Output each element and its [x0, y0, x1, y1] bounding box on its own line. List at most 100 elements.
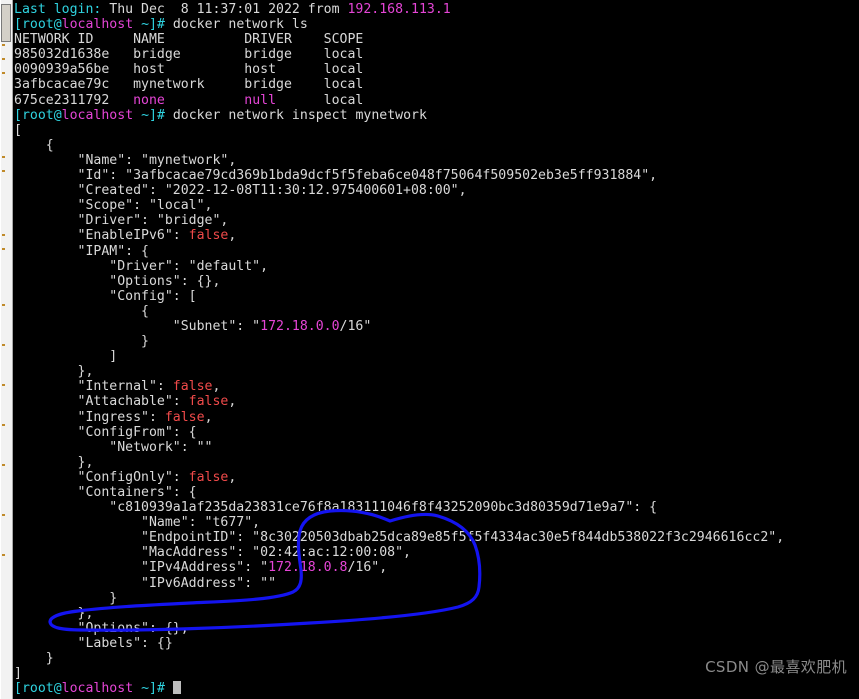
field-options: "Options": {},	[14, 621, 859, 636]
ipam-config-item-close: }	[14, 334, 859, 349]
field-configonly: "ConfigOnly": false,	[14, 470, 859, 485]
field-name: "Name": "mynetwork",	[14, 153, 859, 168]
json-open-array-seg-0: [	[14, 122, 22, 138]
ipam-config-close: ]	[14, 349, 859, 364]
json-close-array-seg-0: ]	[14, 666, 22, 682]
field-labels-seg-0: "Labels": {}	[14, 635, 173, 651]
field-ipam-open-seg-0: "IPAM": {	[14, 243, 149, 259]
last-login-line-seg-1: Thu Dec 8 11:37:01 2022 from	[101, 2, 348, 17]
ipam-subnet-seg-0: "Subnet": "	[14, 318, 261, 334]
field-configonly-seg-2: ,	[228, 469, 237, 485]
last-login-line-seg-2: 192.168.113.1	[347, 2, 451, 17]
container-name-seg-0: "Name": "t677",	[14, 515, 261, 531]
container-ipv4address-seg-2: /16",	[347, 560, 388, 576]
container-ipv6address: "IPv6Address": ""	[14, 576, 859, 591]
configfrom-network: "Network": ""	[14, 440, 859, 455]
container-close: }	[14, 591, 859, 606]
scrollbar-mark-0	[2, 44, 5, 46]
field-configonly-seg-1: false	[188, 469, 229, 485]
container-macaddress: "MacAddress": "02:42:ac:12:00:08",	[14, 545, 859, 560]
field-labels: "Labels": {}	[14, 636, 859, 651]
field-name-seg-0: "Name": "mynetwork",	[14, 152, 237, 168]
field-options-seg-0: "Options": {},	[14, 620, 189, 636]
field-internal-seg-0: "Internal":	[14, 379, 173, 395]
ls-header-row-seg-0: NETWORK ID NAME DRIVER SCOPE	[14, 32, 364, 48]
ipam-config-open: "Config": [	[14, 289, 859, 304]
container-macaddress-seg-0: "MacAddress": "02:42:ac:12:00:08",	[14, 545, 411, 561]
prompt-line-2-seg-2: @	[53, 107, 62, 123]
field-ingress: "Ingress": false,	[14, 410, 859, 425]
ipam-driver-seg-0: "Driver": "default",	[14, 258, 269, 274]
field-ipam-open: "IPAM": {	[14, 244, 859, 259]
container-id-key-seg-0: "c810939a1af235da23831ce76f8a183111046f8…	[14, 500, 658, 516]
field-internal: "Internal": false,	[14, 379, 859, 394]
terminal-output[interactable]: Last login: Thu Dec 8 11:37:01 2022 from…	[14, 0, 859, 699]
prompt-line-2-seg-5: docker network inspect mynetwork	[172, 107, 427, 123]
ipam-config-open-seg-0: "Config": [	[14, 288, 197, 304]
container-id-key: "c810939a1af235da23831ce76f8a183111046f8…	[14, 500, 859, 515]
container-ipv6address-seg-0: "IPv6Address": ""	[14, 575, 277, 591]
vertical-scrollbar[interactable]	[0, 0, 13, 699]
prompt-line-3-seg-0: [	[14, 681, 22, 697]
configfrom-close-seg-0: },	[14, 454, 94, 470]
scrollbar-thumb[interactable]	[1, 4, 11, 42]
scrollbar-mark-5	[2, 234, 5, 236]
csdn-watermark: CSDN @最喜欢肥机	[705, 658, 847, 676]
field-configfrom-open-seg-0: "ConfigFrom": {	[14, 424, 197, 440]
prompt-line-2: [root@localhost ~]# docker network inspe…	[14, 108, 859, 123]
container-ipv4address-seg-1: 172.18.0.8	[268, 560, 348, 576]
ls-row-none-seg-2	[165, 93, 244, 108]
field-internal-seg-2: ,	[212, 379, 221, 395]
ipam-subnet: "Subnet": "172.18.0.0/16"	[14, 319, 859, 334]
configfrom-network-seg-0: "Network": ""	[14, 439, 213, 455]
ls-row-host-seg-0: 0090939a56be host host local	[14, 62, 364, 78]
field-attachable: "Attachable": false,	[14, 394, 859, 409]
scrollbar-mark-10	[2, 424, 5, 426]
field-driver: "Driver": "bridge",	[14, 213, 859, 228]
ipam-config-close-seg-0: ]	[14, 349, 118, 365]
field-created-seg-0: "Created": "2022-12-08T11:30:12.97540060…	[14, 183, 467, 199]
field-scope: "Scope": "local",	[14, 198, 859, 213]
prompt-line-2-seg-0: [	[14, 107, 22, 123]
scrollbar-mark-13	[2, 554, 5, 556]
scrollbar-mark-6	[2, 248, 5, 250]
scrollbar-mark-11	[2, 464, 5, 466]
field-enableipv6-seg-1: false	[188, 228, 229, 244]
scrollbar-mark-7	[2, 304, 5, 306]
ls-row-none-seg-0: 675ce2311792	[14, 92, 134, 108]
field-driver-seg-0: "Driver": "bridge",	[14, 213, 229, 229]
terminal-window: Last login: Thu Dec 8 11:37:01 2022 from…	[0, 0, 859, 699]
ls-row-host: 0090939a56be host host local	[14, 62, 859, 77]
ls-row-none-seg-1: none	[133, 92, 165, 108]
containers-close-seg-0: },	[14, 605, 94, 621]
field-enableipv6-seg-2: ,	[228, 228, 237, 244]
prompt-line-1-seg-2: @	[53, 17, 62, 33]
last-login-line-seg-0: Last login:	[14, 2, 102, 17]
field-enableipv6: "EnableIPv6": false,	[14, 228, 859, 243]
container-ipv4address: "IPv4Address": "172.18.0.8/16",	[14, 560, 859, 575]
scrollbar-mark-9	[2, 384, 5, 386]
ls-row-none: 675ce2311792 none null local	[14, 93, 859, 108]
ipam-config-item-open-seg-0: {	[14, 303, 149, 319]
field-containers-open-seg-0: "Containers": {	[14, 485, 197, 500]
field-enableipv6-seg-0: "EnableIPv6":	[14, 228, 189, 244]
prompt-line-1-seg-5: docker network ls	[172, 17, 308, 33]
last-login-line: Last login: Thu Dec 8 11:37:01 2022 from…	[14, 2, 859, 17]
ls-row-none-seg-4: local	[276, 92, 364, 108]
container-endpointid: "EndpointID": "8c30220503dbab25dca89e85f…	[14, 530, 859, 545]
scrollbar-mark-4	[2, 170, 5, 172]
field-internal-seg-1: false	[172, 379, 213, 395]
scrollbar-mark-8	[2, 344, 5, 346]
field-configonly-seg-0: "ConfigOnly":	[14, 469, 189, 485]
ipam-close-seg-0: },	[14, 364, 94, 380]
container-endpointid-seg-0: "EndpointID": "8c30220503dbab25dca89e85f…	[14, 530, 785, 546]
ipam-driver: "Driver": "default",	[14, 259, 859, 274]
prompt-line-3-seg-1: root	[21, 681, 54, 697]
field-id: "Id": "3afbcacae79cd369b1bda9dcf5f5feba6…	[14, 168, 859, 183]
ipam-close: },	[14, 364, 859, 379]
ipam-subnet-seg-1: 172.18.0.0	[260, 318, 340, 334]
prompt-line-2-seg-4: ~]#	[133, 107, 173, 123]
json-close-object-seg-0: }	[14, 651, 54, 667]
scrollbar-mark-3	[2, 156, 5, 158]
ls-row-bridge: 985032d1638e bridge bridge local	[14, 47, 859, 62]
